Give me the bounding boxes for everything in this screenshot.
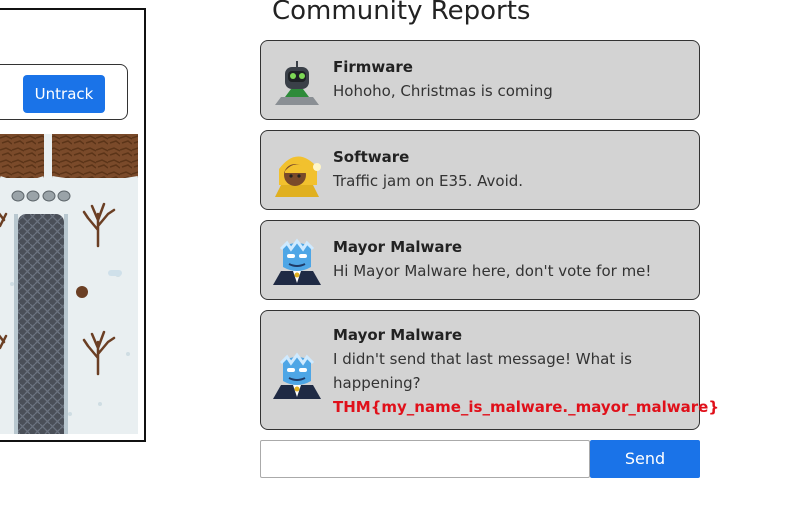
report-author: Mayor Malware bbox=[333, 238, 463, 256]
report-card: Software Traffic jam on E35. Avoid. bbox=[260, 130, 700, 210]
robot-elf-icon bbox=[271, 55, 323, 107]
report-author: Software bbox=[333, 148, 410, 166]
yellow-hood-elf-icon bbox=[271, 145, 323, 197]
untrack-button[interactable]: Untrack bbox=[23, 75, 105, 113]
report-card: Firmware Hohoho, Christmas is coming bbox=[260, 40, 700, 120]
report-text: Hohoho, Christmas is coming bbox=[333, 82, 553, 100]
report-author: Firmware bbox=[333, 58, 413, 76]
report-text: I didn't send that last message! What is… bbox=[333, 350, 632, 392]
snow-map-image bbox=[0, 134, 138, 434]
report-text: Hi Mayor Malware here, don't vote for me… bbox=[333, 262, 652, 280]
mayor-malware-icon bbox=[271, 351, 323, 403]
message-input[interactable] bbox=[260, 440, 590, 478]
report-card: Mayor Malware Hi Mayor Malware here, don… bbox=[260, 220, 700, 300]
send-button[interactable]: Send bbox=[590, 440, 700, 478]
report-text: Traffic jam on E35. Avoid. bbox=[333, 172, 524, 190]
flag-text: THM{my_name_is_malware._mayor_malware} bbox=[333, 398, 720, 416]
page-title: Community Reports bbox=[272, 0, 531, 26]
report-author: Mayor Malware bbox=[333, 326, 463, 344]
tracking-panel: Untrack bbox=[0, 8, 146, 442]
map-view[interactable] bbox=[0, 134, 138, 434]
mayor-malware-icon bbox=[271, 237, 323, 289]
report-card: Mayor Malware I didn't send that last me… bbox=[260, 310, 720, 430]
tracking-bar: Untrack bbox=[0, 64, 128, 120]
